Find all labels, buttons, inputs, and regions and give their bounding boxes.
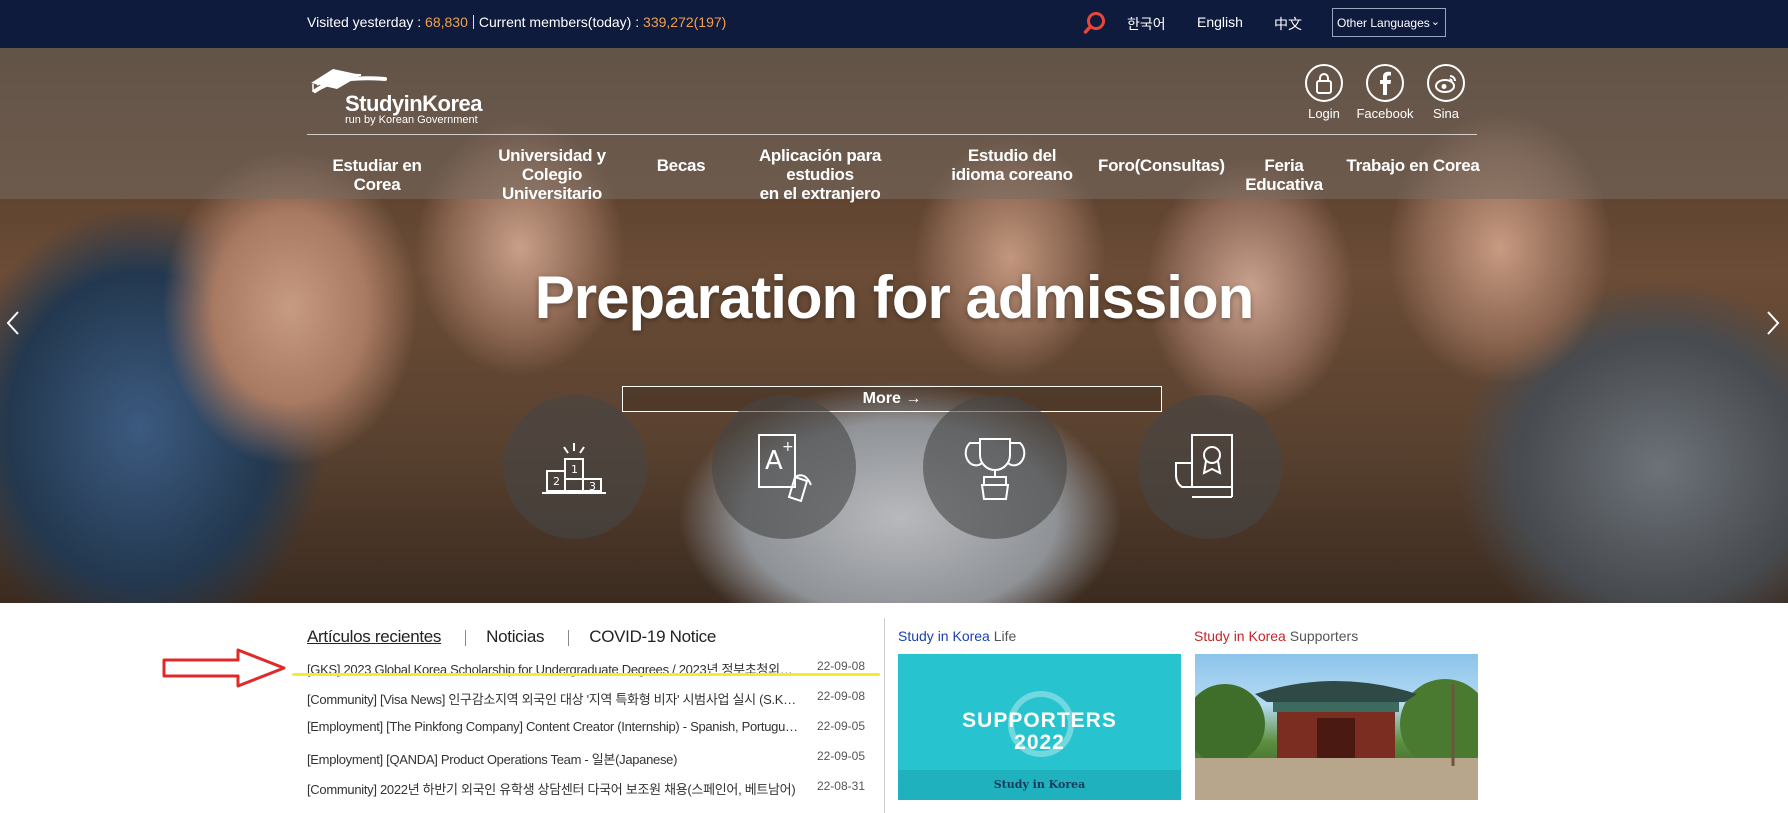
nav-label: Trabajo en Corea <box>1346 156 1480 175</box>
hero-headline: Preparation for admission <box>534 264 1255 331</box>
svg-text:A: A <box>765 446 783 476</box>
nav-label-line1: Aplicación para estudios <box>758 146 882 184</box>
content-divider <box>884 618 885 813</box>
news-item-title: [Community] 2022년 하반기 외국인 유학생 상담센터 다국어 보… <box>307 782 796 797</box>
members-label: Current members(today) : <box>478 14 644 30</box>
sina-link[interactable]: Sina <box>1416 64 1476 121</box>
nav-label: Foro(Consultas) <box>1098 156 1225 175</box>
news-item-date: 22-09-05 <box>816 719 865 733</box>
supporters-title-suffix: Supporters <box>1285 628 1359 644</box>
news-item-title: [Employment] [The Pinkfong Company] Cont… <box>307 719 800 734</box>
search-icon[interactable] <box>1083 11 1107 35</box>
palace-gate-illustration <box>1195 679 1478 800</box>
lang-english-link[interactable]: English <box>1197 14 1243 30</box>
grade-paper-icon: A + <box>758 434 812 503</box>
stats-divider <box>472 15 474 29</box>
news-item[interactable]: [Employment] [The Pinkfong Company] Cont… <box>307 717 865 747</box>
supporters-image-footer: Study in Korea <box>898 770 1181 800</box>
study-in-korea-life-title[interactable]: Study in Korea Life <box>898 628 1016 644</box>
nav-label-line1: Estudio del <box>967 146 1057 165</box>
news-item-title: [Employment] [QANDA] Product Operations … <box>307 752 678 767</box>
svg-text:2: 2 <box>553 475 560 488</box>
login-label: Login <box>1308 106 1340 121</box>
tab-noticias[interactable]: Noticias <box>486 627 544 647</box>
nav-label-line2: en el extranjero <box>759 184 881 203</box>
supporters-image-text: SUPPORTERS 2022 <box>898 710 1181 754</box>
life-title-brand: Study in Korea <box>898 628 990 644</box>
nav-label-line2: idioma coreano <box>951 165 1073 184</box>
members-value: 339,272(197) <box>643 14 727 30</box>
korean-palace-gate-image[interactable] <box>1195 654 1478 800</box>
svg-text:1: 1 <box>571 463 578 476</box>
news-item-title: [Community] [Visa News] 인구감소지역 외국인 대상 '지… <box>307 692 800 707</box>
sina-label: Sina <box>1432 106 1460 121</box>
news-item-date: 22-08-31 <box>816 779 865 793</box>
visited-value: 68,830 <box>425 14 468 30</box>
nav-feria-educativa[interactable]: Feria Educativa <box>1224 156 1344 194</box>
feature-certificate[interactable] <box>1138 395 1282 539</box>
news-list: [GKS] 2023 Global Korea Scholarship for … <box>307 657 865 807</box>
news-item[interactable]: [Community] [Visa News] 인구감소지역 외국인 대상 '지… <box>307 687 865 717</box>
visited-label: Visited yesterday : <box>307 14 426 30</box>
lang-korean-link[interactable]: 한국어 <box>1127 14 1166 34</box>
news-item-date: 22-09-08 <box>816 659 865 673</box>
tab-divider <box>568 630 570 646</box>
sina-weibo-icon <box>1427 64 1465 102</box>
tab-covid-19-notice[interactable]: COVID-19 Notice <box>589 627 716 647</box>
chevron-down-icon: ⌄ <box>1430 16 1440 28</box>
nav-divider-line <box>307 134 1477 135</box>
supporters-title-brand: Study in Korea <box>1194 628 1286 644</box>
tab-articulos-recientes[interactable]: Artículos recientes <box>307 627 441 647</box>
other-languages-value: Other Languages <box>1337 16 1430 30</box>
lock-icon <box>1305 64 1343 102</box>
mortarboard-logo-icon <box>311 69 387 93</box>
nav-foro[interactable]: Foro(Consultas) <box>1098 156 1225 175</box>
nav-label: Becas <box>656 156 706 175</box>
svg-text:+: + <box>782 439 794 455</box>
news-item-date: 22-09-05 <box>816 749 865 763</box>
life-title-suffix: Life <box>989 628 1017 644</box>
news-item[interactable]: [Community] 2022년 하반기 외국인 유학생 상담센터 다국어 보… <box>307 777 865 807</box>
certificate-icon <box>1175 434 1233 498</box>
nav-label: Feria Educativa <box>1245 156 1323 194</box>
news-tabs: Artículos recientes Noticias COVID-19 Noti… <box>307 627 716 649</box>
feature-grade[interactable]: A + <box>712 395 856 539</box>
facebook-link[interactable]: Facebook <box>1355 64 1415 121</box>
facebook-icon <box>1366 64 1404 102</box>
supporters-2022-image[interactable]: SUPPORTERS 2022 Study in Korea <box>898 654 1181 800</box>
nav-label: Estudiar en Corea <box>332 156 422 194</box>
more-button[interactable]: More → <box>622 386 1162 412</box>
nav-universidad[interactable]: Universidad y Colegio Universitario <box>466 146 638 203</box>
nav-estudiar-en-corea[interactable]: Estudiar en Corea <box>307 156 447 194</box>
feature-ranking[interactable]: 12 3 <box>503 395 647 539</box>
studyinkorea-logo[interactable]: StudyinKorea run by Korean Government <box>307 61 497 126</box>
nav-becas[interactable]: Becas <box>652 156 710 175</box>
facebook-label: Facebook <box>1356 106 1414 121</box>
nav-aplicacion[interactable]: Aplicación para estudios en el extranjer… <box>724 146 916 203</box>
supporters-image-line2: 2022 <box>1014 731 1065 754</box>
red-arrow-annotation-icon <box>160 646 288 690</box>
other-languages-select[interactable]: Other Languages ⌄ <box>1332 8 1446 37</box>
news-item-date: 22-09-08 <box>816 689 865 703</box>
nav-label-line2: Universitario <box>501 184 603 203</box>
supporters-image-line1: SUPPORTERS <box>962 709 1117 732</box>
news-item[interactable]: [Employment] [QANDA] Product Operations … <box>307 747 865 777</box>
hero-banner: StudyinKorea run by Korean Government Lo… <box>0 48 1788 603</box>
yellow-highlight-annotation <box>292 673 880 676</box>
logo-subtitle: run by Korean Government <box>345 114 478 126</box>
visitor-stats: Visited yesterday : 68,830 Current member… <box>307 14 726 30</box>
nav-label-line1: Universidad y Colegio <box>498 146 606 184</box>
tab-divider <box>465 630 467 646</box>
nav-estudio-idioma[interactable]: Estudio del idioma coreano <box>937 146 1087 184</box>
lang-chinese-link[interactable]: 中文 <box>1274 14 1302 34</box>
nav-trabajo-en-corea[interactable]: Trabajo en Corea <box>1346 156 1480 175</box>
trophy-icon <box>964 438 1026 500</box>
study-in-korea-supporters-title[interactable]: Study in Korea Supporters <box>1194 628 1358 644</box>
svg-text:3: 3 <box>589 480 596 493</box>
top-bar: Visited yesterday : 68,830 Current member… <box>0 0 1788 48</box>
login-link[interactable]: Login <box>1294 64 1354 121</box>
ranking-podium-icon: 12 3 <box>542 443 606 494</box>
news-item[interactable]: [GKS] 2023 Global Korea Scholarship for … <box>307 657 865 687</box>
feature-trophy[interactable] <box>923 395 1067 539</box>
